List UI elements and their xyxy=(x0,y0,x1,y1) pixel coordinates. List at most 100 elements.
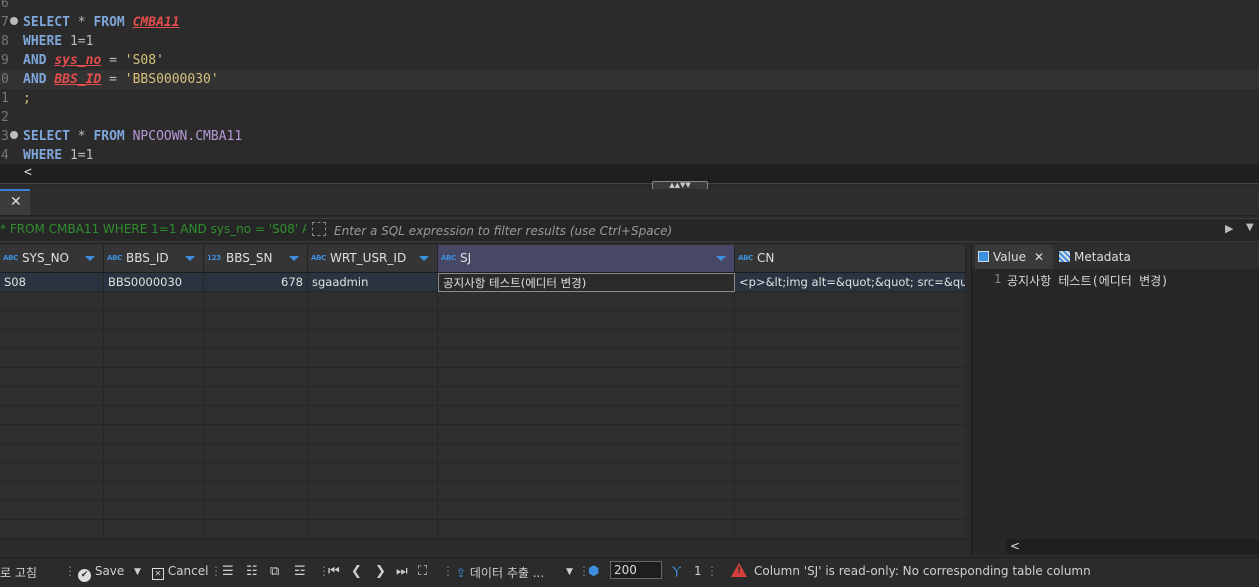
run-filter-icon[interactable]: ▶ xyxy=(1225,222,1233,235)
add-row-icon[interactable]: ☷ xyxy=(246,564,258,579)
value-horizontal-scrollbar[interactable]: < xyxy=(1006,539,1259,554)
filter-icon[interactable] xyxy=(312,222,326,236)
table-cell[interactable] xyxy=(204,406,308,425)
table-cell[interactable] xyxy=(735,463,966,482)
table-cell[interactable] xyxy=(438,368,735,387)
table-row[interactable] xyxy=(0,482,966,501)
table-cell[interactable] xyxy=(204,463,308,482)
table-cell[interactable] xyxy=(204,292,308,311)
table-cell[interactable] xyxy=(735,482,966,501)
table-row[interactable] xyxy=(0,311,966,330)
table-cell[interactable] xyxy=(308,406,438,425)
export-dropdown-icon[interactable]: ▼ xyxy=(566,567,573,577)
table-cell[interactable]: BBS0000030 xyxy=(104,273,204,292)
table-cell[interactable] xyxy=(204,368,308,387)
table-cell[interactable] xyxy=(735,387,966,406)
table-cell[interactable] xyxy=(104,406,204,425)
fetch-all-icon[interactable]: ⛶ xyxy=(418,564,427,579)
table-cell[interactable] xyxy=(0,311,104,330)
editor-horizontal-scrollbar[interactable]: < xyxy=(0,164,1259,183)
table-cell[interactable]: 공지사항 테스트(에디터 변경) xyxy=(438,273,735,292)
table-row[interactable] xyxy=(0,444,966,463)
table-cell[interactable] xyxy=(308,311,438,330)
column-header-bbs-id[interactable]: ABC BBS_ID xyxy=(104,245,204,272)
column-header-cn[interactable]: ABC CN xyxy=(735,245,966,272)
edit-row-icon[interactable]: ☰ xyxy=(222,564,234,579)
table-cell[interactable] xyxy=(438,520,735,539)
table-cell[interactable] xyxy=(204,311,308,330)
export-data-button[interactable]: ⇪ 데이터 추출 ... xyxy=(456,564,544,581)
table-cell[interactable] xyxy=(204,349,308,368)
table-row[interactable] xyxy=(0,330,966,349)
table-cell[interactable] xyxy=(308,330,438,349)
table-row[interactable] xyxy=(0,520,966,539)
table-row[interactable] xyxy=(0,425,966,444)
table-cell[interactable] xyxy=(308,482,438,501)
table-cell[interactable] xyxy=(204,330,308,349)
table-cell[interactable] xyxy=(438,406,735,425)
table-cell[interactable] xyxy=(438,444,735,463)
tab-value[interactable]: Value ✕ xyxy=(975,245,1053,269)
table-row[interactable] xyxy=(0,292,966,311)
table-cell[interactable] xyxy=(0,520,104,539)
table-cell[interactable] xyxy=(735,368,966,387)
table-cell[interactable] xyxy=(204,444,308,463)
table-cell[interactable] xyxy=(104,292,204,311)
fetch-size-input[interactable] xyxy=(610,561,662,579)
table-cell[interactable] xyxy=(438,463,735,482)
table-cell[interactable] xyxy=(104,349,204,368)
first-page-icon[interactable]: ⏮ xyxy=(328,564,340,579)
table-cell[interactable]: S08 xyxy=(0,273,104,292)
table-cell[interactable]: 678 xyxy=(204,273,308,292)
table-cell[interactable]: <p>&lt;img alt=&quot;&quot; src=&quot; xyxy=(735,273,966,292)
table-cell[interactable] xyxy=(308,292,438,311)
results-tab[interactable]: ✕ xyxy=(0,189,30,215)
close-icon[interactable]: ✕ xyxy=(10,194,22,210)
table-cell[interactable] xyxy=(204,501,308,520)
value-text[interactable]: 공지사항 테스트(에디터 변경) xyxy=(1007,272,1168,289)
table-cell[interactable] xyxy=(204,387,308,406)
table-cell[interactable] xyxy=(204,425,308,444)
table-cell[interactable] xyxy=(0,387,104,406)
table-cell[interactable] xyxy=(0,368,104,387)
table-cell[interactable] xyxy=(0,501,104,520)
table-cell[interactable] xyxy=(104,425,204,444)
table-cell[interactable] xyxy=(308,520,438,539)
table-cell[interactable] xyxy=(308,425,438,444)
table-cell[interactable] xyxy=(735,520,966,539)
column-header-wrt-usr-id[interactable]: ABC WRT_USR_ID xyxy=(308,245,438,272)
table-cell[interactable] xyxy=(308,349,438,368)
filter-input[interactable] xyxy=(332,221,1216,240)
table-cell[interactable] xyxy=(0,292,104,311)
table-cell[interactable] xyxy=(735,444,966,463)
table-cell[interactable] xyxy=(0,444,104,463)
code-line[interactable]: 9 AND sys_no = 'S08' xyxy=(0,51,1259,70)
delete-row-icon[interactable]: ☲ xyxy=(294,564,306,579)
column-header-bbs-sn[interactable]: 123 BBS_SN xyxy=(204,245,308,272)
table-cell[interactable] xyxy=(104,387,204,406)
column-header-sys-no[interactable]: ABC SYS_NO xyxy=(0,245,104,272)
table-cell[interactable] xyxy=(104,501,204,520)
sql-editor[interactable]: 6 7 SELECT * FROM CMBA11 8 WHERE 1=1 9 AND sys… xyxy=(0,0,1259,183)
save-button[interactable]: ✔ Save xyxy=(78,564,124,582)
row-count-icon[interactable]: Ⲩ xyxy=(672,564,681,579)
code-line[interactable]: 6 xyxy=(0,0,1259,13)
table-cell[interactable] xyxy=(0,463,104,482)
table-cell[interactable] xyxy=(0,330,104,349)
column-header-sj[interactable]: ABC SJ xyxy=(438,245,735,272)
filter-history-text[interactable]: * FROM CMBA11 WHERE 1=1 AND sys_no = 'S0… xyxy=(0,222,306,236)
close-icon[interactable]: ✕ xyxy=(1034,250,1044,264)
table-cell[interactable] xyxy=(104,330,204,349)
table-cell[interactable] xyxy=(438,311,735,330)
table-cell[interactable] xyxy=(438,292,735,311)
table-row[interactable] xyxy=(0,406,966,425)
table-cell[interactable] xyxy=(735,292,966,311)
fold-icon[interactable] xyxy=(10,131,18,139)
table-row[interactable] xyxy=(0,349,966,368)
previous-page-icon[interactable]: ❮ xyxy=(351,564,362,579)
table-cell[interactable] xyxy=(735,349,966,368)
table-row[interactable]: S08 BBS0000030 678 sgaadmin 공지사항 테스트(에디터 변경)… xyxy=(0,273,966,292)
column-sort-icon[interactable] xyxy=(419,256,429,261)
table-row[interactable] xyxy=(0,463,966,482)
column-sort-icon[interactable] xyxy=(289,256,299,261)
